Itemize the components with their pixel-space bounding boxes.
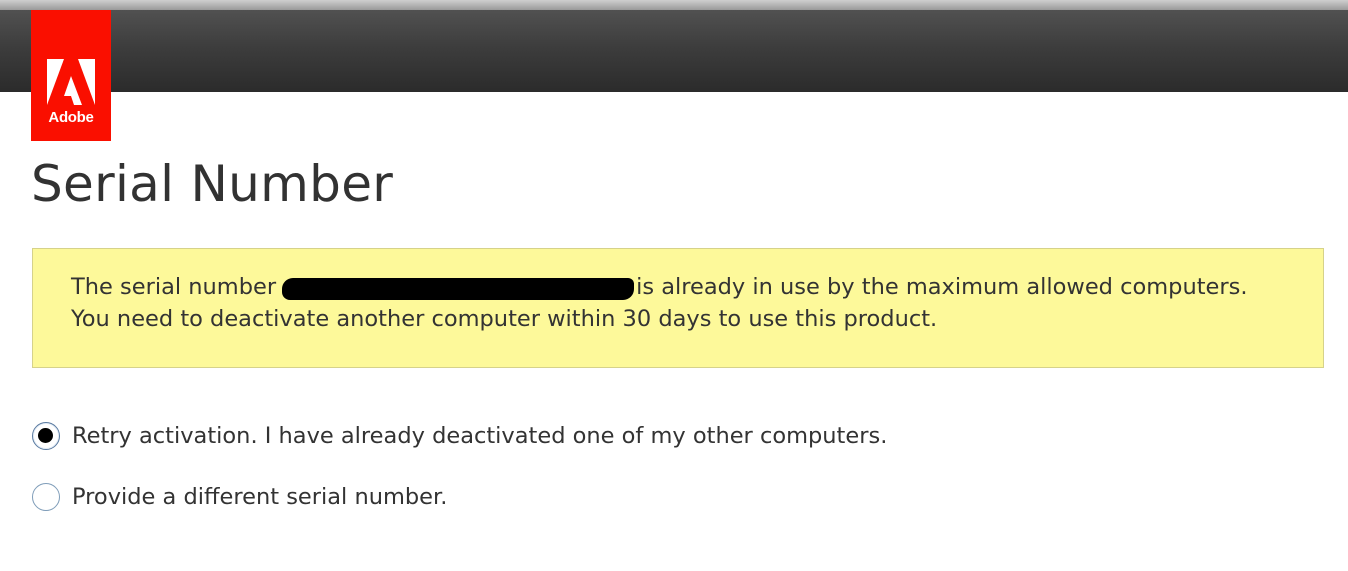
page-title: Serial Number: [31, 155, 394, 213]
window-top-edge: [0, 0, 1348, 10]
radio-unselected-icon[interactable]: [32, 483, 60, 511]
retry-activation-option[interactable]: Retry activation. I have already deactiv…: [32, 420, 887, 452]
alert-box: The serial number is already in use by th…: [32, 248, 1324, 368]
serial-number-redaction: [282, 278, 635, 300]
header-bar: [0, 10, 1348, 92]
adobe-logo-icon: [47, 59, 95, 105]
adobe-logo: Adobe: [31, 10, 111, 141]
different-serial-option[interactable]: Provide a different serial number.: [32, 481, 447, 513]
alert-line1-end: is already in use by the maximum allowed…: [636, 274, 1248, 300]
retry-activation-label[interactable]: Retry activation. I have already deactiv…: [72, 420, 887, 452]
alert-message: The serial number is already in use by th…: [71, 271, 1248, 335]
different-serial-label[interactable]: Provide a different serial number.: [72, 481, 447, 513]
logo-text: Adobe: [48, 109, 94, 126]
serial-number-page: Adobe Serial Number The serial number is …: [0, 0, 1348, 571]
alert-line2: You need to deactivate another computer …: [71, 306, 938, 332]
alert-line1-start: The serial number: [71, 274, 277, 300]
radio-selected-icon[interactable]: [32, 422, 60, 450]
